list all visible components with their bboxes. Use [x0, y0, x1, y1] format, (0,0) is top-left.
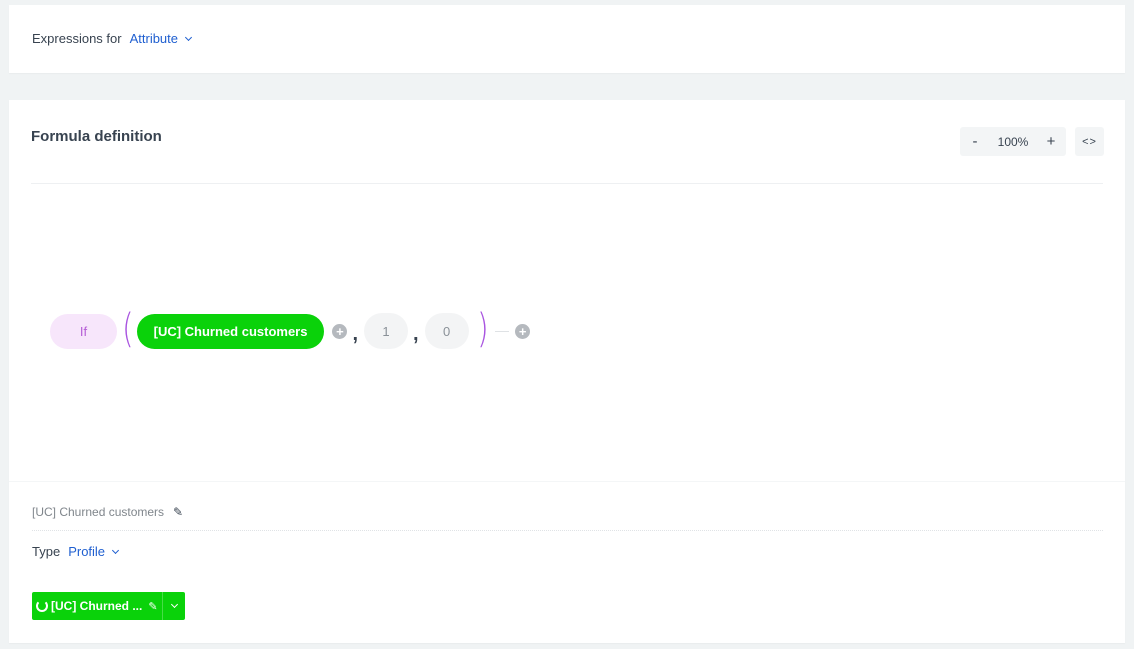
formula-canvas-border — [9, 481, 1125, 482]
formula-card: Formula definition - 100% + <> If ( [UC]… — [9, 100, 1125, 643]
code-icon: <> — [1082, 135, 1097, 148]
function-node-if[interactable]: If — [50, 313, 117, 349]
pencil-icon[interactable]: ✎ — [144, 600, 162, 613]
type-dropdown[interactable]: Profile — [68, 544, 120, 559]
details-divider — [32, 530, 1103, 531]
expressions-card: Expressions for Attribute — [9, 5, 1125, 73]
add-argument-button[interactable]: + — [332, 323, 348, 339]
plus-icon: + — [518, 323, 527, 339]
close-paren: ) — [476, 306, 489, 352]
expressions-row: Expressions for Attribute — [32, 31, 193, 46]
zoom-control: - 100% + — [960, 127, 1066, 156]
brand-logo-icon — [36, 600, 48, 612]
expressions-type-value: Attribute — [129, 31, 179, 46]
argument-node-true-value[interactable]: 1 — [364, 313, 409, 349]
zoom-in-button[interactable]: + — [1045, 134, 1057, 149]
function-label: If — [79, 323, 88, 339]
add-node-button[interactable]: + — [515, 323, 531, 339]
chevron-down-icon — [112, 546, 120, 554]
formula-title: Formula definition — [31, 128, 162, 145]
type-label: Type — [32, 544, 61, 559]
plus-icon: + — [336, 323, 344, 339]
attribute-node[interactable]: [UC] Churned customers — [136, 313, 325, 349]
selected-attribute-main[interactable]: [UC] Churned ... — [32, 599, 144, 613]
connector-line — [495, 330, 510, 332]
argument-value: 1 — [382, 323, 390, 339]
zoom-level: 100% — [997, 134, 1029, 149]
comma-separator: , — [352, 322, 359, 345]
chevron-down-icon — [184, 33, 193, 41]
open-paren: ( — [121, 306, 134, 352]
zoom-out-button[interactable]: - — [969, 134, 981, 149]
formula-expression: If ( [UC] Churned customers + , 1 , 0 ) … — [50, 306, 531, 352]
code-view-toggle[interactable]: <> — [1075, 127, 1104, 156]
attribute-node-label: [UC] Churned customers — [153, 323, 308, 339]
selected-node-header: [UC] Churned customers ✎ — [32, 505, 183, 519]
chevron-down-icon — [170, 600, 178, 609]
comma-separator: , — [413, 322, 419, 345]
expressions-type-dropdown[interactable]: Attribute — [129, 31, 193, 46]
argument-node-false-value[interactable]: 0 — [424, 313, 469, 349]
selected-attribute-button: [UC] Churned ... ✎ — [32, 592, 185, 620]
selected-node-name: [UC] Churned customers — [32, 505, 165, 519]
attribute-options-dropdown[interactable] — [163, 600, 185, 609]
pencil-icon[interactable]: ✎ — [173, 505, 183, 519]
selected-attribute-label: [UC] Churned ... — [51, 599, 143, 613]
argument-value: 0 — [442, 323, 451, 339]
expressions-label: Expressions for — [32, 31, 122, 46]
type-row: Type Profile — [32, 544, 120, 559]
type-value: Profile — [68, 544, 106, 559]
